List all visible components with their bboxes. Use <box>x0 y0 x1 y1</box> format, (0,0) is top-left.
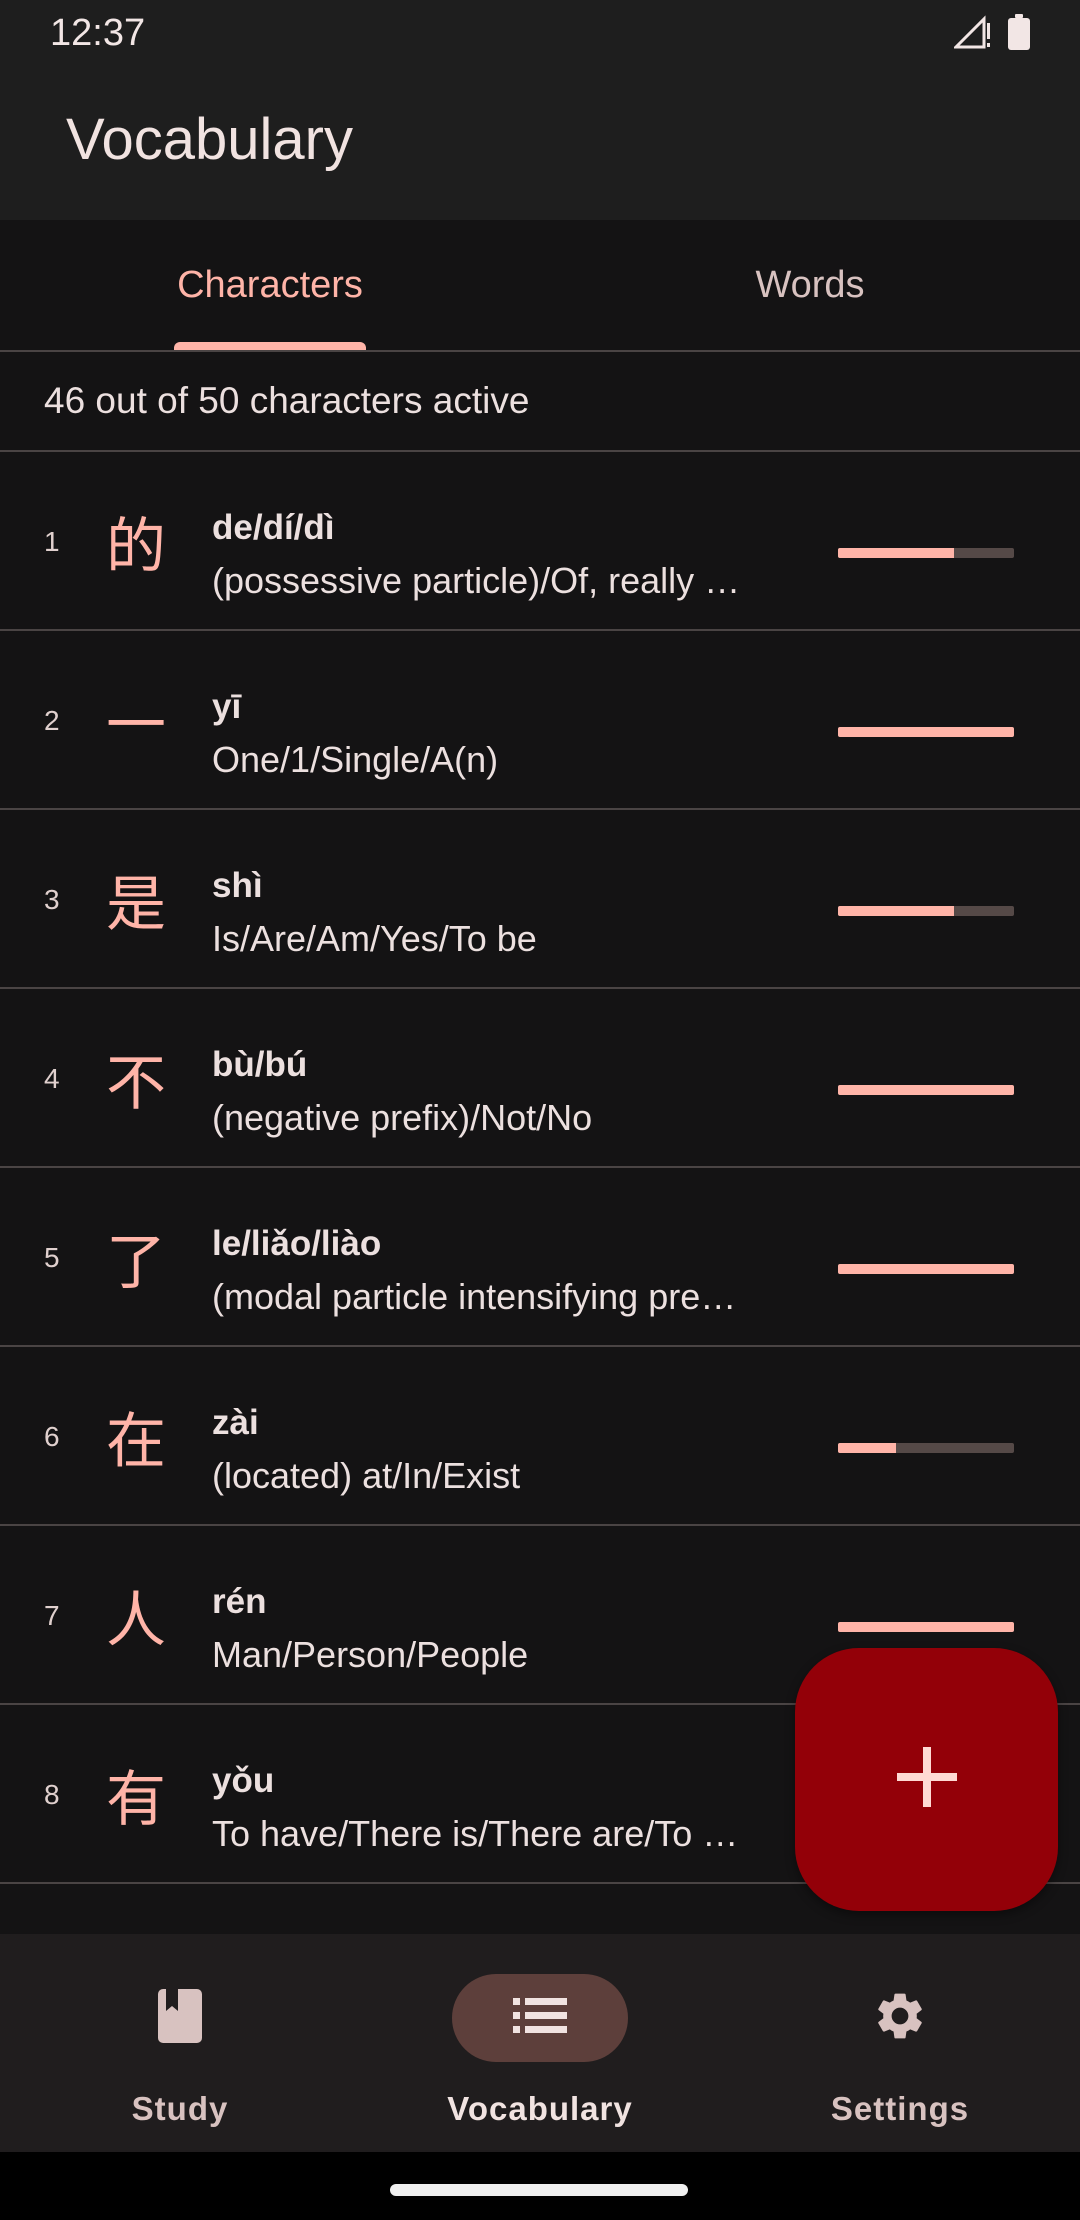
item-definition: Is/Are/Am/Yes/To be <box>212 918 537 959</box>
item-index: 3 <box>44 883 60 915</box>
item-definition: Man/Person/People <box>212 1634 529 1675</box>
progress-bar <box>838 1622 1014 1632</box>
item-character: 了 <box>106 1228 166 1298</box>
nav-label-study: Study <box>131 2090 229 2127</box>
nav-pill-vocabulary <box>452 1974 628 2062</box>
nav-pill-study <box>92 1974 268 2062</box>
list-item[interactable]: 3 是 shì Is/Are/Am/Yes/To be <box>0 810 1080 989</box>
item-definition: (negative prefix)/Not/No <box>212 1097 593 1138</box>
item-definition: To have/There is/There are/To … <box>212 1813 739 1854</box>
app-bar: Vocabulary <box>0 68 1080 220</box>
list-item[interactable]: 5 了 le/liǎo/liào (modal particle intensifyi… <box>0 1168 1080 1347</box>
item-index: 1 <box>44 525 60 557</box>
plus-icon <box>895 1745 959 1814</box>
progress-fill <box>838 548 955 558</box>
tab-characters[interactable]: Characters <box>0 220 540 350</box>
item-index: 6 <box>44 1420 60 1452</box>
item-pinyin: shì <box>212 866 263 905</box>
item-pinyin: le/liǎo/liào <box>212 1224 382 1263</box>
gesture-handle[interactable] <box>390 2184 688 2196</box>
status-icons <box>952 14 1030 55</box>
item-definition: (possessive particle)/Of, really … <box>212 560 741 601</box>
tab-indicator <box>174 342 366 350</box>
progress-bar <box>838 906 1014 916</box>
nav-label-settings: Settings <box>830 2090 970 2127</box>
item-character: 人 <box>106 1586 166 1656</box>
status-bar: 12:37 <box>0 0 1080 68</box>
gear-icon <box>872 1988 928 2049</box>
item-character: 一 <box>106 691 166 761</box>
list-icon <box>513 1996 567 2041</box>
gesture-area <box>0 2152 1080 2220</box>
add-character-button[interactable] <box>795 1648 1058 1911</box>
nav-item-settings[interactable]: Settings <box>720 1934 1080 2152</box>
progress-fill <box>838 906 955 916</box>
item-index: 7 <box>44 1599 60 1631</box>
item-index: 4 <box>44 1062 60 1094</box>
item-character: 在 <box>106 1407 166 1477</box>
list-item[interactable]: 2 一 yī One/1/Single/A(n) <box>0 631 1080 810</box>
progress-bar <box>838 548 1014 558</box>
progress-fill <box>838 727 1014 737</box>
item-index: 8 <box>44 1778 60 1810</box>
progress-bar <box>838 1264 1014 1274</box>
item-pinyin: de/dí/dì <box>212 508 335 547</box>
list-item[interactable]: 4 不 bù/bú (negative prefix)/Not/No <box>0 989 1080 1168</box>
tab-bar: Characters Words <box>0 220 1080 352</box>
status-time: 12:37 <box>50 12 146 54</box>
active-count-summary: 46 out of 50 characters active <box>0 352 1080 452</box>
item-pinyin: bù/bú <box>212 1045 308 1084</box>
progress-fill <box>838 1622 1014 1632</box>
book-icon <box>156 1988 204 2048</box>
tab-characters-label: Characters <box>177 263 363 306</box>
item-pinyin: rén <box>212 1582 267 1621</box>
progress-bar <box>838 727 1014 737</box>
bottom-navigation: Study Vocabulary Settings <box>0 1934 1080 2152</box>
item-pinyin: yǒu <box>212 1761 275 1800</box>
item-character: 的 <box>106 512 166 582</box>
page-title: Vocabulary <box>66 107 353 172</box>
item-character: 有 <box>106 1765 166 1835</box>
progress-fill <box>838 1085 1014 1095</box>
tab-words-label: Words <box>755 263 865 306</box>
progress-bar <box>838 1443 1014 1453</box>
item-character: 不 <box>106 1049 166 1119</box>
progress-fill <box>838 1264 1014 1274</box>
item-pinyin: zài <box>212 1403 259 1442</box>
progress-fill <box>838 1443 897 1453</box>
item-character: 是 <box>106 870 166 940</box>
signal-icon <box>952 15 992 54</box>
item-definition: One/1/Single/A(n) <box>212 739 499 780</box>
nav-label-vocabulary: Vocabulary <box>447 2090 633 2127</box>
nav-pill-settings <box>812 1974 988 2062</box>
item-definition: (modal particle intensifying pre… <box>212 1276 737 1317</box>
nav-item-vocabulary[interactable]: Vocabulary <box>360 1934 720 2152</box>
list-item[interactable]: 1 的 de/dí/dì (possessive particle)/Of, real… <box>0 452 1080 631</box>
item-index: 2 <box>44 704 60 736</box>
item-pinyin: yī <box>212 687 242 726</box>
item-definition: (located) at/In/Exist <box>212 1455 521 1496</box>
battery-icon <box>1008 14 1030 55</box>
tab-words[interactable]: Words <box>540 220 1080 350</box>
nav-item-study[interactable]: Study <box>0 1934 360 2152</box>
list-item[interactable]: 6 在 zài (located) at/In/Exist <box>0 1347 1080 1526</box>
item-index: 5 <box>44 1241 60 1273</box>
progress-bar <box>838 1085 1014 1095</box>
